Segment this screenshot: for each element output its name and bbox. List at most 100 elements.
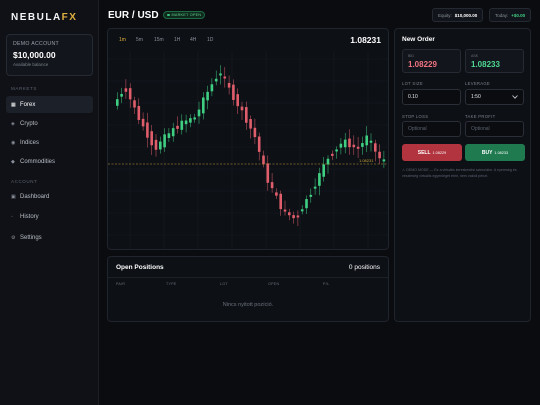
column-header-type: TYPE xyxy=(166,282,177,286)
column-header-lot: LOT xyxy=(220,282,228,286)
column-header-pl: P/L xyxy=(323,282,330,286)
candle-body xyxy=(300,209,304,212)
candle-body xyxy=(227,82,231,88)
candle-body xyxy=(343,139,347,148)
candle-body xyxy=(283,209,287,212)
ask-quote[interactable]: ASK 1.08233 xyxy=(465,49,524,73)
current-price: 1.08231 xyxy=(350,35,381,45)
open-positions-panel: Open Positions 0 positions PAIR TYPE LOT… xyxy=(107,256,389,322)
buy-label: BUY xyxy=(481,149,493,156)
sell-price: 1.08229 xyxy=(432,150,447,155)
candle-body xyxy=(193,117,196,120)
leverage-value: 1:50 xyxy=(471,94,481,100)
target-icon: ◉ xyxy=(11,139,16,146)
current-price-marker: 1.08231 xyxy=(359,158,374,163)
sidebar-item-label: Settings xyxy=(20,234,42,241)
brand-name: NEBULA xyxy=(11,12,62,23)
timeframe-5m[interactable]: 5m xyxy=(136,37,143,43)
diamond-outline-icon: ◈ xyxy=(11,120,15,127)
candle-body xyxy=(245,107,248,123)
positions-title: Open Positions xyxy=(116,264,164,271)
take-profit-placeholder: Optional xyxy=(471,126,490,132)
leverage-select[interactable]: 1:50 xyxy=(465,89,524,105)
sidebar-item-history[interactable]: ◦ History xyxy=(6,208,93,225)
candle-body xyxy=(270,182,274,189)
markets-section-label: MARKETS xyxy=(11,86,37,91)
timeframe-1h[interactable]: 1H xyxy=(174,37,180,43)
candle-body xyxy=(133,100,136,108)
candle-body xyxy=(189,118,192,123)
candle-body xyxy=(167,133,171,138)
candle-body xyxy=(240,106,244,111)
diamond-icon: ◆ xyxy=(11,158,15,165)
candle-body xyxy=(378,151,381,159)
lot-size-label: LOT SIZE xyxy=(402,81,423,86)
candlestick-chart[interactable]: 1.08231 xyxy=(108,29,389,250)
candle-body xyxy=(120,93,123,97)
chart-panel[interactable]: 1.08231 1m 5m 15m 1H 4H 1D 1.08231 xyxy=(107,28,389,250)
candle-body xyxy=(365,135,368,146)
account-balance: $10,000.00 xyxy=(13,50,56,60)
candle-body xyxy=(176,125,179,129)
candle-body xyxy=(146,122,149,138)
sidebar-item-dashboard[interactable]: ▣ Dashboard xyxy=(6,188,93,205)
market-status-text: MARKET OPEN xyxy=(171,13,202,17)
candle-body xyxy=(262,155,265,165)
brand-logo[interactable]: NEBULAFX xyxy=(11,12,77,23)
candle-body xyxy=(253,127,257,138)
candle-body xyxy=(180,120,184,130)
column-header-pair: PAIR xyxy=(116,282,126,286)
candle-body xyxy=(219,73,222,76)
candle-body xyxy=(292,215,295,219)
bid-label: BID xyxy=(408,54,414,58)
today-label: Today xyxy=(495,12,508,18)
timeframe-1m[interactable]: 1m xyxy=(119,37,126,43)
candle-body xyxy=(369,140,373,143)
bid-quote[interactable]: BID 1.08229 xyxy=(402,49,461,73)
candle-body xyxy=(223,76,227,79)
market-status-badge: MARKET OPEN xyxy=(163,11,206,19)
stop-loss-input[interactable]: Optional xyxy=(402,121,461,137)
candle-body xyxy=(305,199,308,209)
candle-body xyxy=(309,194,313,197)
sidebar-item-settings[interactable]: ⚙ Settings xyxy=(6,229,93,246)
status-dot-icon xyxy=(167,13,170,17)
lot-size-input[interactable]: 0.10 xyxy=(402,89,461,105)
account-section-label: ACCOUNT xyxy=(11,179,38,184)
timeframe-15m[interactable]: 15m xyxy=(154,37,164,43)
candle-body xyxy=(232,84,235,100)
candle-body xyxy=(322,164,325,177)
candle-body xyxy=(206,91,209,101)
sidebar-item-indices[interactable]: ◉ Indices xyxy=(6,134,93,151)
sell-button[interactable]: SELL 1.08229 xyxy=(402,144,462,161)
candle-body xyxy=(331,153,334,156)
account-balance-caption: Available balance xyxy=(13,62,49,67)
candle-body xyxy=(279,193,282,210)
candle-body xyxy=(171,128,175,137)
candle-body xyxy=(163,134,166,148)
order-panel: New Order BID 1.08229 ASK 1.08233 LOT SI… xyxy=(394,28,531,322)
stop-loss-placeholder: Optional xyxy=(408,126,427,132)
candle-body xyxy=(326,158,330,165)
timeframe-1d[interactable]: 1D xyxy=(207,37,213,43)
sidebar-item-label: Indices xyxy=(20,139,40,146)
candle-body xyxy=(137,105,141,120)
buy-button[interactable]: BUY 1.08233 xyxy=(465,144,525,161)
sidebar-item-crypto[interactable]: ◈ Crypto xyxy=(6,115,93,132)
sidebar-item-label: Crypto xyxy=(20,120,38,127)
sidebar-item-label: Dashboard xyxy=(20,193,50,200)
grid-icon: ▦ xyxy=(11,101,16,108)
candle-body xyxy=(184,120,188,125)
candle-body xyxy=(348,138,351,148)
take-profit-input[interactable]: Optional xyxy=(465,121,524,137)
sidebar-item-forex[interactable]: ▦ Forex xyxy=(6,96,93,113)
candle-body xyxy=(210,84,214,92)
order-title: New Order xyxy=(402,36,435,43)
timeframe-4h[interactable]: 4H xyxy=(190,37,196,43)
sidebar-item-commodities[interactable]: ◆ Commodities xyxy=(6,153,93,170)
candle-body xyxy=(141,118,145,127)
candle-body xyxy=(318,173,321,186)
gear-icon: ⚙ xyxy=(11,234,16,241)
candle-body xyxy=(361,143,364,147)
candle-body xyxy=(236,94,239,107)
